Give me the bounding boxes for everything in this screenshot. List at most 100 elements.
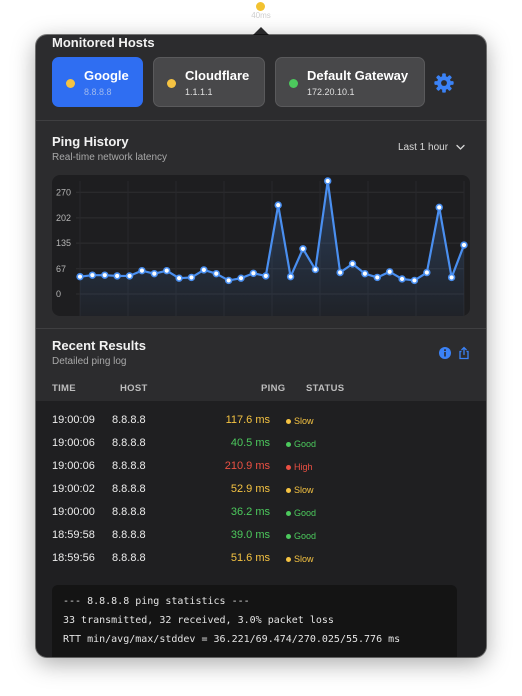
host-status-dot	[289, 79, 298, 88]
results-table-body: 19:00:09 8.8.8.8 117.6 ms Slow 19:00:06 8.8.8…	[36, 401, 486, 657]
results-subtitle: Detailed ping log	[52, 356, 127, 367]
data-point	[76, 272, 84, 281]
status-dot	[286, 488, 291, 493]
data-point	[138, 266, 146, 275]
host-ip: 172.20.10.1	[307, 87, 355, 97]
y-tick-label: 67	[56, 264, 66, 274]
terminal-line: RTT min/avg/max/stddev = 36.221/69.474/2…	[63, 634, 401, 645]
row-status: Good	[294, 508, 317, 518]
terminal-line: --- 8.8.8.8 ping statistics ---	[63, 596, 250, 607]
time-range-label: Last 1 hour	[398, 142, 449, 153]
host-card-default-gateway[interactable]: Default Gateway 172.20.10.1	[275, 57, 425, 107]
data-point	[398, 275, 406, 283]
row-host: 8.8.8.8	[112, 529, 146, 541]
host-status-dot	[167, 79, 176, 88]
host-name: Google	[84, 68, 129, 83]
table-row[interactable]: 19:00:00 8.8.8.8 36.2 ms Good	[36, 501, 486, 524]
row-ping: 52.9 ms	[230, 483, 270, 495]
row-ping: 40.5 ms	[230, 437, 270, 449]
info-icon[interactable]	[438, 346, 452, 360]
host-ip: 8.8.8.8	[84, 87, 112, 97]
section-divider	[36, 120, 486, 121]
data-point	[200, 266, 208, 274]
row-time: 18:59:58	[52, 529, 95, 541]
row-status: High	[294, 462, 313, 472]
row-host: 8.8.8.8	[112, 483, 146, 495]
status-dot-icon	[256, 2, 265, 11]
row-host: 8.8.8.8	[112, 506, 146, 518]
data-point	[175, 274, 183, 282]
data-point	[460, 241, 468, 249]
row-host: 8.8.8.8	[112, 460, 146, 472]
data-point	[348, 260, 357, 268]
chevron-down-icon	[456, 144, 465, 150]
y-tick-label: 0	[56, 289, 61, 299]
row-time: 19:00:06	[52, 460, 95, 472]
column-ping: PING	[261, 383, 286, 394]
data-point	[373, 273, 381, 282]
row-time: 19:00:00	[52, 506, 95, 518]
host-card-google[interactable]: Google 8.8.8.8	[52, 57, 143, 107]
data-point	[224, 276, 233, 285]
row-ping: 51.6 ms	[230, 552, 270, 564]
data-point	[150, 269, 159, 278]
menubar-status-item[interactable]: 40ms	[248, 0, 274, 24]
data-point	[435, 203, 443, 212]
column-status: STATUS	[306, 383, 345, 394]
data-point	[324, 177, 332, 185]
results-table-header: TIME HOST PING STATUS	[36, 377, 486, 401]
y-tick-label: 202	[56, 213, 71, 223]
gear-icon[interactable]	[433, 72, 455, 94]
data-point	[410, 276, 419, 285]
time-range-select[interactable]: Last 1 hour	[398, 142, 465, 153]
table-row[interactable]: 18:59:58 8.8.8.8 39.0 ms Good	[36, 524, 486, 547]
table-row[interactable]: 19:00:02 8.8.8.8 52.9 ms Slow	[36, 478, 486, 501]
row-status: Good	[294, 439, 317, 449]
row-time: 19:00:06	[52, 437, 95, 449]
host-name: Cloudflare	[185, 68, 250, 83]
data-point	[262, 272, 270, 280]
data-point	[125, 272, 134, 280]
data-point	[88, 271, 97, 279]
data-point	[274, 201, 282, 209]
popover-panel: Monitored Hosts Google 8.8.8.8 Cloudflar…	[36, 35, 486, 657]
data-point	[212, 269, 220, 278]
table-row[interactable]: 19:00:06 8.8.8.8 210.9 ms High	[36, 455, 486, 478]
row-time: 18:59:56	[52, 552, 95, 564]
data-point	[249, 269, 258, 277]
row-host: 8.8.8.8	[112, 552, 146, 564]
status-dot	[286, 511, 291, 516]
column-host: HOST	[120, 383, 148, 394]
terminal-line: 33 transmitted, 32 received, 3.0% packet…	[63, 615, 334, 626]
row-ping: 39.0 ms	[230, 529, 270, 541]
row-time: 19:00:02	[52, 483, 95, 495]
table-row[interactable]: 19:00:06 8.8.8.8 40.5 ms Good	[36, 432, 486, 455]
ping-history-chart: 0 67 135 202 270	[52, 175, 470, 316]
host-status-dot	[66, 79, 75, 88]
ping-statistics-terminal: --- 8.8.8.8 ping statistics --- 33 trans…	[52, 585, 457, 657]
data-point	[286, 272, 295, 281]
status-dot	[286, 557, 291, 562]
table-row[interactable]: 18:59:56 8.8.8.8 51.6 ms Slow	[36, 547, 486, 570]
history-title: Ping History	[52, 134, 129, 149]
data-point	[311, 265, 320, 274]
host-card-cloudflare[interactable]: Cloudflare 1.1.1.1	[153, 57, 265, 107]
share-icon[interactable]	[457, 346, 471, 360]
menubar-status-text: 40ms	[251, 11, 271, 20]
y-tick-label: 135	[56, 238, 71, 248]
y-tick-label: 270	[56, 187, 71, 197]
row-time: 19:00:09	[52, 414, 95, 426]
hosts-title: Monitored Hosts	[52, 35, 155, 50]
row-host: 8.8.8.8	[112, 437, 146, 449]
data-point	[447, 273, 456, 282]
chart-svg: 0 67 135 202 270	[56, 177, 468, 316]
host-name: Default Gateway	[307, 68, 409, 83]
results-title: Recent Results	[52, 338, 146, 353]
history-subtitle: Real-time network latency	[52, 152, 168, 163]
status-dot	[286, 534, 291, 539]
status-dot	[286, 442, 291, 447]
data-point	[237, 274, 245, 282]
data-point	[187, 273, 196, 282]
data-point	[336, 268, 344, 277]
table-row[interactable]: 19:00:09 8.8.8.8 117.6 ms Slow	[36, 409, 486, 432]
